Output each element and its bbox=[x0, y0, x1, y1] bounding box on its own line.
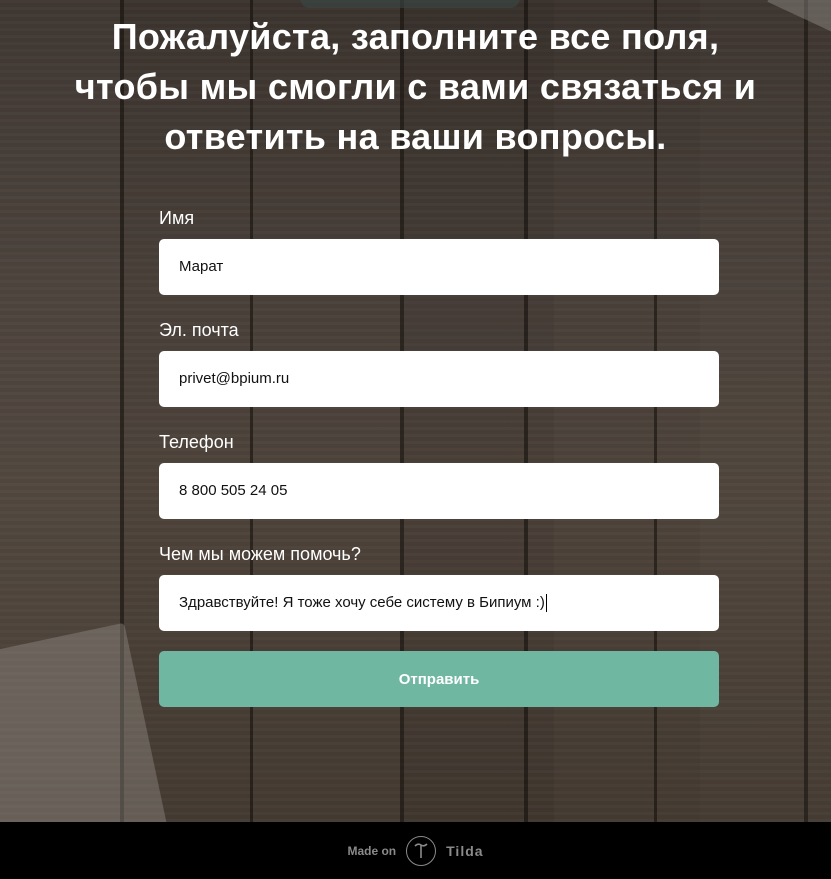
name-input-value: Марат bbox=[179, 258, 224, 275]
tilda-logo-icon bbox=[406, 835, 437, 866]
contact-form-section: Пожалуйста, заполните все поля, чтобы мы… bbox=[0, 0, 831, 822]
phone-input-value: 8 800 505 24 05 bbox=[179, 482, 288, 499]
submit-button[interactable]: Отправить bbox=[159, 651, 719, 707]
email-field-group: Эл. почта privet@bpium.ru bbox=[159, 318, 719, 407]
email-label: Эл. почта bbox=[159, 320, 239, 340]
page-title-line-1: Пожалуйста, заполните все поля, bbox=[111, 16, 720, 57]
text-caret bbox=[545, 594, 547, 613]
phone-field-group: Телефон 8 800 505 24 05 bbox=[159, 430, 719, 519]
page-title-line-3: ответить на ваши вопросы. bbox=[164, 116, 667, 157]
email-input-value: privet@bpium.ru bbox=[179, 370, 290, 387]
email-input[interactable]: privet@bpium.ru bbox=[159, 351, 719, 407]
message-input-value: Здравствуйте! Я тоже хочу себе систему в… bbox=[179, 594, 545, 611]
contact-form: Имя Марат Эл. почта privet@bpium.ru Теле… bbox=[159, 206, 719, 631]
name-label: Имя bbox=[159, 208, 195, 228]
message-input[interactable]: Здравствуйте! Я тоже хочу себе систему в… bbox=[159, 575, 719, 631]
message-field-group: Чем мы можем помочь? Здравствуйте! Я тож… bbox=[159, 542, 719, 631]
phone-label: Телефон bbox=[159, 432, 234, 452]
phone-input[interactable]: 8 800 505 24 05 bbox=[159, 463, 719, 519]
message-label: Чем мы можем помочь? bbox=[159, 544, 361, 564]
page-title-line-2: чтобы мы смогли с вами связаться и bbox=[74, 66, 757, 107]
made-on-label: Made on bbox=[347, 843, 397, 858]
tilda-brand-name: Tilda bbox=[446, 842, 484, 859]
name-field-group: Имя Марат bbox=[159, 206, 719, 295]
name-input[interactable]: Марат bbox=[159, 239, 719, 295]
page-title: Пожалуйста, заполните все поля, чтобы мы… bbox=[60, 12, 771, 162]
tilda-footer[interactable]: Made on Tilda bbox=[0, 822, 831, 879]
